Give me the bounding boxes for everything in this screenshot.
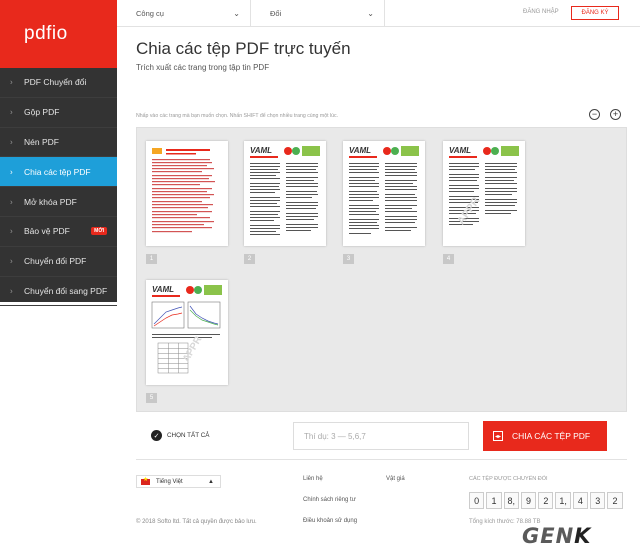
chevron-right-icon: ›	[10, 286, 13, 296]
svg-text:VAML: VAML	[349, 146, 371, 155]
sidebar-item-label: Chia các tệp PDF	[24, 166, 91, 177]
chevron-right-icon: ›	[10, 256, 13, 266]
sidebar: pdfio › PDF Chuyển đổi › Gộp PDF › Nén P…	[0, 0, 117, 307]
convert-dropdown-label: Đổi	[270, 9, 282, 18]
chevron-down-icon: ⌄	[367, 9, 374, 18]
zoom-out-button[interactable]: −	[589, 109, 600, 120]
page-preview: VAML APPR	[449, 146, 519, 227]
contact-link[interactable]: Liên hệ	[303, 476, 323, 482]
sidebar-item-convert-pdf[interactable]: › Chuyển đổi PDF	[0, 247, 117, 277]
signup-button[interactable]: ĐĂNG KÝ	[571, 6, 619, 20]
page-thumbnail[interactable]: VAML APPR	[443, 141, 525, 246]
sidebar-item-label: Nén PDF	[24, 136, 59, 147]
page-number: 5	[146, 393, 157, 403]
svg-text:VAML: VAML	[449, 146, 471, 155]
page-thumbnail[interactable]: VAML APPR	[146, 280, 228, 385]
privacy-link[interactable]: Chính sách riêng tư	[303, 497, 356, 503]
page-subtitle: Trích xuất các trang trong tập tin PDF	[136, 63, 270, 72]
page-number: 3	[343, 254, 354, 264]
selection-hint: Nhấp vào các trang mà bạn muốn chọn. Nhấ…	[136, 113, 339, 119]
svg-text:VAML: VAML	[152, 285, 174, 294]
page-number: 4	[443, 254, 454, 264]
page-preview: VAML	[349, 146, 419, 234]
page-thumbnail[interactable]	[146, 141, 228, 246]
converted-files-label: CÁC TỆP ĐƯỢC CHUYỂN ĐỔI	[469, 476, 548, 482]
language-label: Tiếng Việt	[156, 478, 183, 485]
sidebar-item-compress[interactable]: › Nén PDF	[0, 128, 117, 158]
convert-dropdown[interactable]: Đổi ⌄	[251, 0, 385, 27]
page-number: 1	[146, 254, 157, 264]
chevron-right-icon: ›	[10, 77, 13, 87]
sidebar-item-unlock[interactable]: › Mở khóa PDF	[0, 187, 117, 217]
sidebar-item-convert-to-pdf[interactable]: › Chuyển đổi sang PDF	[0, 277, 117, 307]
counter-digit: 3	[590, 492, 606, 509]
counter-digit: 2	[538, 492, 554, 509]
action-bar: ✓ CHỌN TẤT CẢ ◂▸ CHIA CÁC TỆP PDF	[136, 412, 627, 460]
counter-digit: 9	[520, 492, 537, 509]
chevron-down-icon: ⌄	[233, 9, 240, 18]
tools-dropdown[interactable]: Công cụ ⌄	[117, 0, 251, 27]
genk-watermark-logo: GENK	[522, 524, 591, 548]
tools-dropdown-label: Công cụ	[136, 9, 164, 18]
page-number: 2	[244, 254, 255, 264]
page-preview: VAML	[250, 146, 320, 235]
login-link[interactable]: ĐĂNG NHẬP	[523, 9, 559, 15]
chevron-right-icon: ›	[10, 167, 13, 177]
vietnam-flag-icon	[141, 476, 150, 485]
chevron-right-icon: ›	[10, 107, 13, 117]
counter-digit: 4	[572, 492, 589, 509]
sidebar-item-label: PDF Chuyển đổi	[24, 77, 87, 88]
page-workspace: 1 VAML 2 VAML 3 VAML APPR 4 VAML APPR 5	[136, 127, 627, 412]
svg-text:VAML: VAML	[250, 146, 272, 155]
watermark-text-end: K	[574, 524, 592, 548]
sidebar-item-split[interactable]: › Chia các tệp PDF	[0, 157, 117, 188]
new-badge: MỚI	[91, 227, 107, 236]
page-title: Chia các tệp PDF trực tuyến	[136, 39, 351, 58]
split-pdf-button[interactable]: ◂▸ CHIA CÁC TỆP PDF	[483, 421, 607, 451]
sidebar-item-merge[interactable]: › Gộp PDF	[0, 98, 117, 128]
page-preview	[152, 148, 215, 233]
top-bar: Công cụ ⌄ Đổi ⌄ ĐĂNG NHẬP ĐĂNG KÝ	[117, 0, 640, 27]
select-all-checkbox[interactable]: ✓	[151, 430, 162, 441]
counter-digit: 8,	[503, 492, 519, 509]
page-preview: VAML APPR	[151, 285, 222, 374]
sidebar-item-label: Chuyển đổi PDF	[24, 256, 87, 267]
svg-text:APPR: APPR	[181, 334, 205, 364]
select-all-label[interactable]: CHỌN TẤT CẢ	[167, 432, 209, 439]
sidebar-item-label: Bảo vệ PDF	[24, 226, 70, 237]
converted-files-counter: 0 1 8, 9 2 1, 4 3 2	[469, 492, 623, 509]
pricing-link[interactable]: Vật giá	[386, 476, 405, 482]
counter-digit: 1	[486, 492, 502, 509]
sidebar-item-pdf-converter[interactable]: › PDF Chuyển đổi	[0, 68, 117, 98]
sidebar-item-label: Mở khóa PDF	[24, 196, 77, 207]
page-thumbnail[interactable]: VAML	[244, 141, 326, 246]
counter-digit: 0	[469, 492, 485, 509]
page-thumbnail[interactable]: VAML	[343, 141, 425, 246]
sidebar-item-label: Gộp PDF	[24, 107, 60, 118]
sidebar-item-label: Chuyển đổi sang PDF	[24, 285, 108, 296]
copyright-text: © 2018 Softo ltd. Tất cả quyền được bảo …	[136, 519, 257, 525]
split-icon: ◂▸	[493, 431, 503, 441]
zoom-in-button[interactable]: +	[610, 109, 621, 120]
sidebar-item-protect[interactable]: › Bảo vệ PDF MỚI	[0, 217, 117, 247]
counter-digit: 1,	[555, 492, 571, 509]
page-range-input[interactable]	[293, 422, 469, 450]
terms-link[interactable]: Điều khoản sử dụng	[303, 518, 357, 524]
chevron-right-icon: ›	[10, 226, 13, 236]
chevron-right-icon: ›	[10, 137, 13, 147]
watermark-text: GEN	[522, 524, 575, 548]
counter-digit: 2	[607, 492, 623, 509]
chevron-right-icon: ›	[10, 197, 13, 207]
split-pdf-button-label: CHIA CÁC TỆP PDF	[512, 431, 591, 441]
caret-up-icon: ▲	[208, 478, 214, 485]
logo[interactable]: pdfio	[0, 0, 117, 68]
language-select[interactable]: Tiếng Việt ▲	[136, 475, 221, 488]
